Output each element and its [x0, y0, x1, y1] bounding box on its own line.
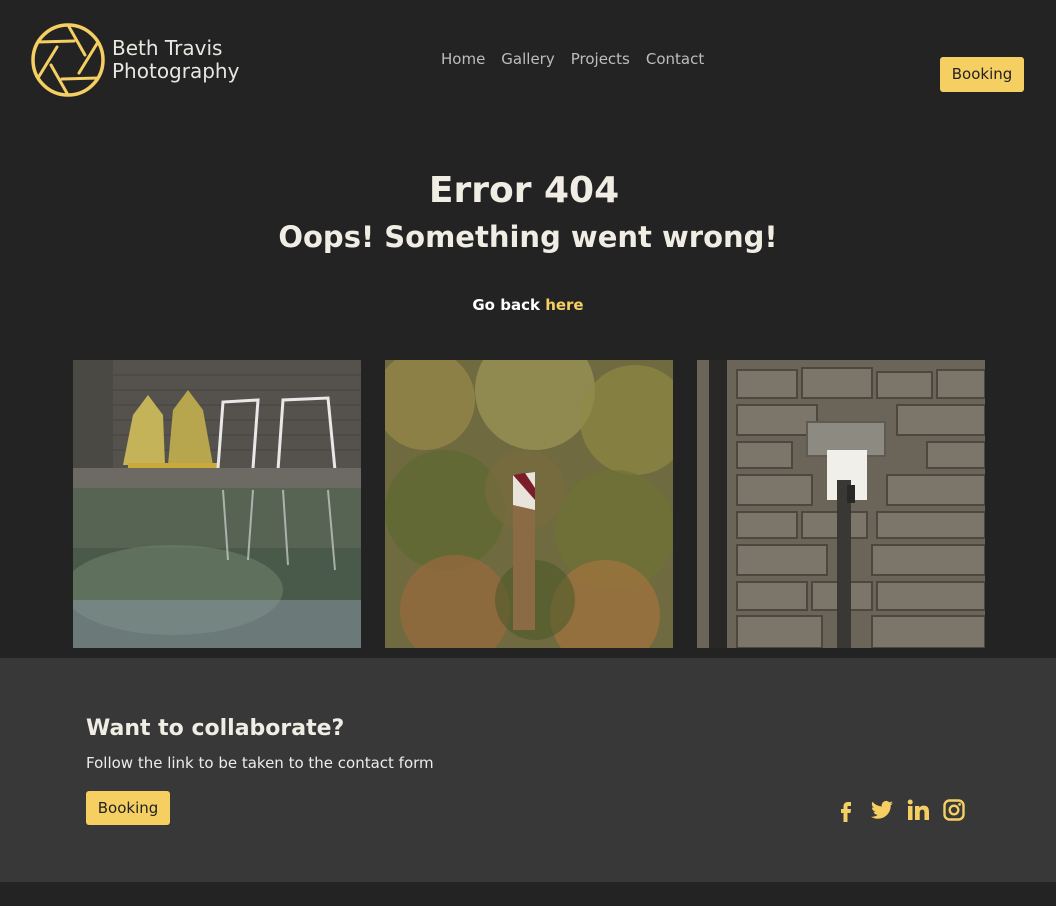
- main-nav: Home Gallery Projects Contact: [441, 50, 704, 68]
- twitter-icon[interactable]: [870, 798, 894, 822]
- booking-button[interactable]: Booking: [940, 57, 1024, 92]
- error-title: Error 404: [428, 170, 620, 211]
- error-subtitle: Oops! Something went wrong!: [278, 220, 778, 254]
- brand-line-1: Beth Travis: [112, 36, 223, 60]
- forest-signpost-photo: [385, 360, 673, 648]
- facebook-icon[interactable]: [834, 798, 858, 822]
- site-header: Beth Travis Photography Home Gallery Pro…: [0, 0, 1056, 130]
- go-back-text: Go back here: [0, 296, 1056, 314]
- linkedin-icon[interactable]: [906, 798, 930, 822]
- page-bottom-bar: [0, 882, 1056, 906]
- photo-gallery: [73, 360, 985, 648]
- error-hero: Error 404 Oops! Something went wrong! Go…: [0, 170, 1056, 314]
- social-links: [834, 798, 966, 822]
- brand-logo[interactable]: Beth Travis Photography: [30, 22, 239, 98]
- collaborate-heading: Want to collaborate?: [86, 716, 345, 741]
- brand-line-2: Photography: [112, 59, 240, 83]
- tents-reflection-photo: [73, 360, 361, 648]
- nav-projects[interactable]: Projects: [571, 50, 630, 68]
- nav-home[interactable]: Home: [441, 50, 485, 68]
- go-back-link[interactable]: here: [545, 296, 583, 314]
- nav-gallery[interactable]: Gallery: [501, 50, 554, 68]
- instagram-icon[interactable]: [942, 798, 966, 822]
- go-back-prefix: Go back: [472, 296, 540, 314]
- collaborate-footer: Want to collaborate? Follow the link to …: [0, 658, 1056, 882]
- aperture-logo-icon: [31, 23, 105, 97]
- nav-contact[interactable]: Contact: [646, 50, 704, 68]
- collaborate-text: Follow the link to be taken to the conta…: [86, 754, 434, 772]
- stone-wall-plaque-photo: [697, 360, 985, 648]
- brand-name: Beth Travis Photography: [112, 37, 239, 83]
- footer-booking-button[interactable]: Booking: [86, 791, 170, 825]
